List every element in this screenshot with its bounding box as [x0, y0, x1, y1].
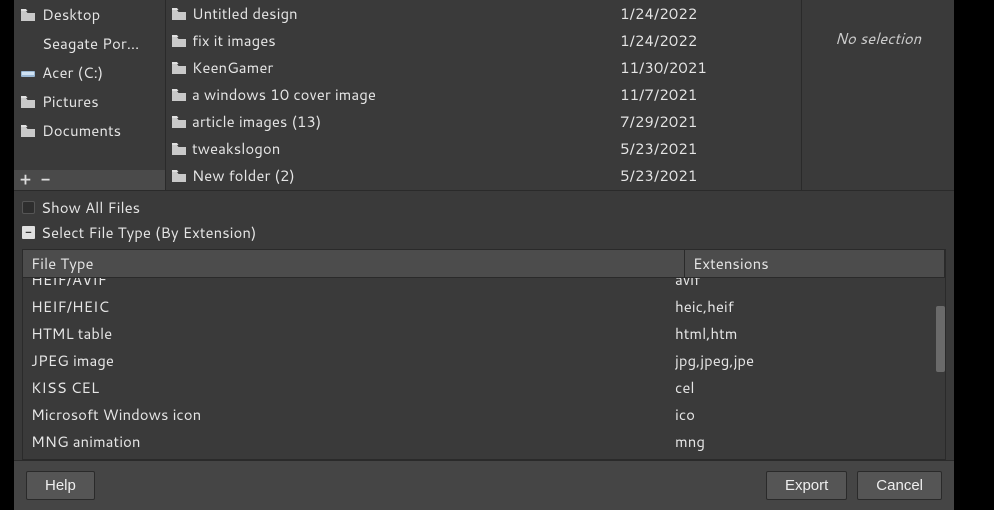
folder-icon [172, 143, 186, 155]
file-type-row[interactable]: Microsoft Windows iconico [23, 401, 933, 428]
file-type-row[interactable]: JPEG imagejpg,jpeg,jpe [23, 347, 933, 374]
place-documents[interactable]: Documents [14, 116, 165, 145]
file-date: 7/29/2021 [620, 111, 795, 132]
file-name: fix it images [192, 30, 276, 51]
file-list: Untitled design 1/24/2022 fix it images 1/2… [166, 0, 802, 190]
folder-icon [172, 35, 186, 47]
folder-icon [172, 89, 186, 101]
file-type-header: File Type Extensions [23, 250, 945, 278]
scrollbar-thumb[interactable] [936, 306, 945, 372]
places-sidebar: Desktop Seagate Por… Acer (C:) Pict [14, 0, 166, 190]
file-type-name: HEIF/AVIF [31, 278, 675, 290]
add-place-button[interactable]: + [20, 172, 31, 188]
file-name: New folder (2) [192, 165, 295, 186]
file-row[interactable]: New folder (2) 5/23/2021 [166, 162, 801, 189]
file-type-row[interactable]: HEIF/AVIFavif [23, 278, 933, 293]
folder-icon [172, 62, 186, 74]
file-type-name: Microsoft Windows icon [31, 404, 675, 425]
file-name: article images (13) [192, 111, 321, 132]
file-type-name: HEIF/HEIC [31, 296, 675, 317]
dialog-footer: Help Export Cancel [14, 460, 954, 510]
place-pictures[interactable]: Pictures [14, 87, 165, 116]
places-toolbar: + − [14, 170, 165, 190]
preview-pane: No selection [802, 0, 954, 190]
cancel-button[interactable]: Cancel [857, 471, 942, 500]
file-row[interactable]: a windows 10 cover image 11/7/2021 [166, 81, 801, 108]
file-row[interactable]: tweakslogon 5/23/2021 [166, 135, 801, 162]
file-type-row[interactable]: MNG animationmng [23, 428, 933, 455]
options-area: Show All Files − Select File Type (By Ex… [14, 190, 954, 247]
file-type-name: JPEG image [31, 350, 675, 371]
folder-icon [172, 116, 186, 128]
file-type-table: File Type Extensions HEIF/AVIFavifHEIF/H… [22, 249, 946, 460]
show-all-files-label: Show All Files [41, 197, 140, 218]
file-row[interactable]: KeenGamer 11/30/2021 [166, 54, 801, 81]
file-type-name: KISS CEL [31, 377, 675, 398]
no-selection-label: No selection [835, 28, 921, 49]
places-list: Desktop Seagate Por… Acer (C:) Pict [14, 0, 165, 170]
file-type-body-wrap: HEIF/AVIFavifHEIF/HEICheic,heifHTML tabl… [23, 278, 945, 459]
file-type-name: MNG animation [31, 431, 675, 452]
select-file-type-expander[interactable]: − Select File Type (By Extension) [22, 222, 946, 243]
place-label: Pictures [42, 91, 99, 112]
show-all-files-toggle[interactable]: Show All Files [22, 197, 946, 218]
select-file-type-label: Select File Type (By Extension) [41, 222, 256, 243]
file-date: 1/24/2022 [620, 3, 795, 24]
column-extensions[interactable]: Extensions [685, 250, 945, 277]
export-button[interactable]: Export [766, 471, 847, 500]
place-seagate[interactable]: Seagate Por… [14, 29, 165, 58]
file-type-ext: heic,heif [675, 296, 925, 317]
file-type-ext: html,htm [675, 323, 925, 344]
file-type-scrollbar[interactable] [934, 278, 945, 459]
folder-icon [172, 170, 186, 182]
column-file-type[interactable]: File Type [23, 250, 685, 277]
file-date: 11/30/2021 [620, 57, 795, 78]
file-name: tweakslogon [192, 138, 280, 159]
folder-icon [20, 96, 36, 108]
file-type-ext: avif [675, 278, 925, 290]
remove-place-button[interactable]: − [41, 172, 50, 188]
folder-icon [20, 9, 36, 21]
place-label: Desktop [42, 4, 100, 25]
file-type-body: HEIF/AVIFavifHEIF/HEICheic,heifHTML tabl… [23, 278, 933, 455]
folder-icon [20, 125, 36, 137]
file-type-ext: ico [675, 404, 925, 425]
file-date: 5/23/2021 [620, 165, 795, 186]
file-type-row[interactable]: HEIF/HEICheic,heif [23, 293, 933, 320]
place-label: Documents [42, 120, 121, 141]
place-acer-c[interactable]: Acer (C:) [14, 58, 165, 87]
file-name: KeenGamer [192, 57, 273, 78]
file-type-row[interactable]: KISS CELcel [23, 374, 933, 401]
place-label: Seagate Por… [42, 33, 139, 54]
file-row[interactable]: article images (13) 7/29/2021 [166, 108, 801, 135]
file-type-row[interactable]: HTML tablehtml,htm [23, 320, 933, 347]
drive-icon [20, 68, 36, 78]
file-row[interactable]: Untitled design 1/24/2022 [166, 0, 801, 27]
file-rows: Untitled design 1/24/2022 fix it images 1/2… [166, 0, 801, 190]
file-date: 5/23/2021 [620, 138, 795, 159]
file-type-ext: mng [675, 431, 925, 452]
expander-minus-icon: − [22, 226, 35, 239]
export-dialog: Desktop Seagate Por… Acer (C:) Pict [14, 0, 954, 510]
file-type-name: HTML table [31, 323, 675, 344]
file-type-ext: cel [675, 377, 925, 398]
file-name: a windows 10 cover image [192, 84, 376, 105]
place-desktop[interactable]: Desktop [14, 0, 165, 29]
upper-pane: Desktop Seagate Por… Acer (C:) Pict [14, 0, 954, 190]
file-row[interactable]: fix it images 1/24/2022 [166, 27, 801, 54]
checkbox-icon [22, 201, 35, 214]
place-label: Acer (C:) [42, 62, 103, 83]
file-name: Untitled design [192, 3, 298, 24]
folder-icon [172, 8, 186, 20]
help-button[interactable]: Help [26, 471, 95, 500]
file-date: 1/24/2022 [620, 30, 795, 51]
file-date: 11/7/2021 [620, 84, 795, 105]
file-type-ext: jpg,jpeg,jpe [675, 350, 925, 371]
